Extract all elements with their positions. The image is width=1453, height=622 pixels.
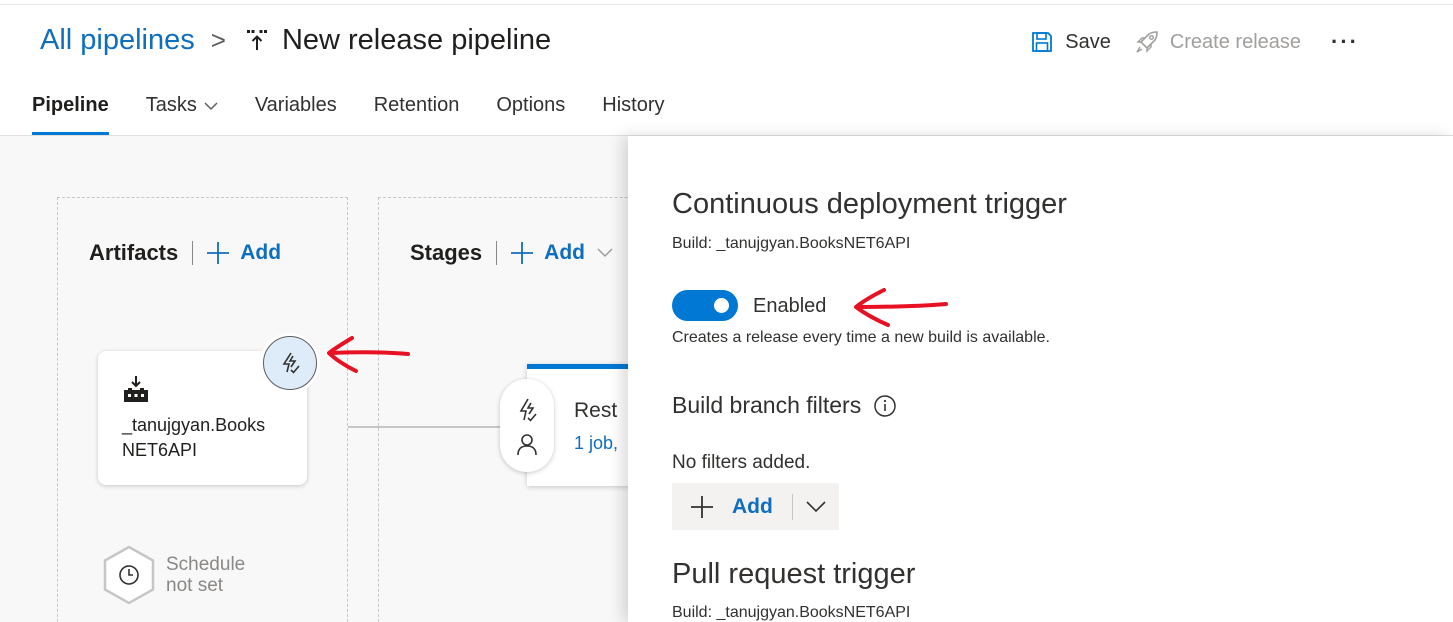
artifact-name: _tanujgyan.Books NET6API <box>122 415 266 460</box>
lightning-check-icon <box>282 352 300 374</box>
add-stage-button[interactable]: Add <box>510 241 623 265</box>
stage-name: Rest <box>574 399 618 422</box>
artifacts-divider <box>192 241 194 265</box>
schedule-label: Schedule not set <box>166 554 246 596</box>
add-filter-split-button: Add <box>672 483 839 530</box>
add-filter-button[interactable]: Add <box>672 483 792 530</box>
breadcrumb: All pipelines > New release pipeline <box>40 20 551 60</box>
schedule-button[interactable]: Schedule not set <box>101 544 245 606</box>
top-border <box>0 0 1453 5</box>
person-icon[interactable] <box>515 432 539 456</box>
tab-tasks[interactable]: Tasks <box>146 82 218 136</box>
release-pipeline-icon <box>244 27 270 53</box>
tab-pipeline[interactable]: Pipeline <box>32 82 109 136</box>
header-actions: Save Create release ··· <box>1030 25 1359 59</box>
chevron-down-icon <box>597 248 613 258</box>
tab-variables[interactable]: Variables <box>255 82 337 136</box>
page-title: New release pipeline <box>281 23 552 56</box>
info-icon[interactable] <box>873 394 897 418</box>
plus-icon <box>511 242 534 264</box>
tab-options[interactable]: Options <box>496 82 565 136</box>
pr-trigger-title: Pull request trigger <box>672 558 916 590</box>
create-release-button[interactable]: Create release <box>1135 30 1301 54</box>
cd-trigger-description: Creates a release every time a new build… <box>672 329 1050 346</box>
tab-retention[interactable]: Retention <box>374 82 460 136</box>
save-icon <box>1032 32 1053 52</box>
annotation-arrow-icon <box>327 336 410 373</box>
pipeline-canvas: Artifacts Add Stages Add _tanujgyan.Book… <box>0 136 630 622</box>
stages-title: Stages <box>410 240 483 265</box>
build-artifact-icon <box>124 376 148 402</box>
create-release-label: Create release <box>1169 30 1302 53</box>
tab-history[interactable]: History <box>602 82 664 136</box>
add-filter-dropdown[interactable] <box>793 483 839 530</box>
plus-icon <box>207 242 230 264</box>
no-filters-text: No filters added. <box>672 452 811 473</box>
artifact-stage-connector <box>348 426 508 428</box>
chevron-down-icon <box>806 500 826 512</box>
stages-divider <box>496 241 498 265</box>
cd-trigger-toggle[interactable] <box>672 290 738 321</box>
clock-icon <box>103 545 155 605</box>
continuous-deployment-trigger-button[interactable] <box>263 336 317 390</box>
cd-trigger-build: Build: _tanujgyan.BooksNET6API <box>672 235 911 252</box>
trigger-settings-panel: Continuous deployment trigger Build: _ta… <box>628 136 1453 622</box>
breadcrumb-separator: > <box>210 24 226 55</box>
build-branch-filters-heading: Build branch filters <box>672 392 897 419</box>
toggle-label: Enabled <box>753 295 827 317</box>
chevron-down-icon <box>204 102 218 111</box>
pre-deployment-trigger-icon[interactable] <box>514 397 540 423</box>
annotation-arrow-icon <box>854 288 948 327</box>
add-artifact-button[interactable]: Add <box>206 241 281 265</box>
artifacts-title: Artifacts <box>89 240 179 265</box>
artifacts-header: Artifacts Add <box>89 236 281 270</box>
cd-trigger-title: Continuous deployment trigger <box>672 188 1067 220</box>
save-label: Save <box>1065 30 1111 53</box>
breadcrumb-all-pipelines-link[interactable]: All pipelines <box>40 24 195 57</box>
stage-conditions <box>500 379 554 472</box>
rocket-icon <box>1136 31 1158 53</box>
plus-icon <box>691 495 713 518</box>
stage-jobs-link[interactable]: 1 job, <box>574 433 618 454</box>
pr-trigger-build: Build: _tanujgyan.BooksNET6API <box>672 604 911 621</box>
more-actions-button[interactable]: ··· <box>1331 29 1359 55</box>
tab-bar: Pipeline Tasks Variables Retention Optio… <box>32 82 702 136</box>
stages-header: Stages Add <box>410 236 623 270</box>
save-button[interactable]: Save <box>1030 30 1111 54</box>
